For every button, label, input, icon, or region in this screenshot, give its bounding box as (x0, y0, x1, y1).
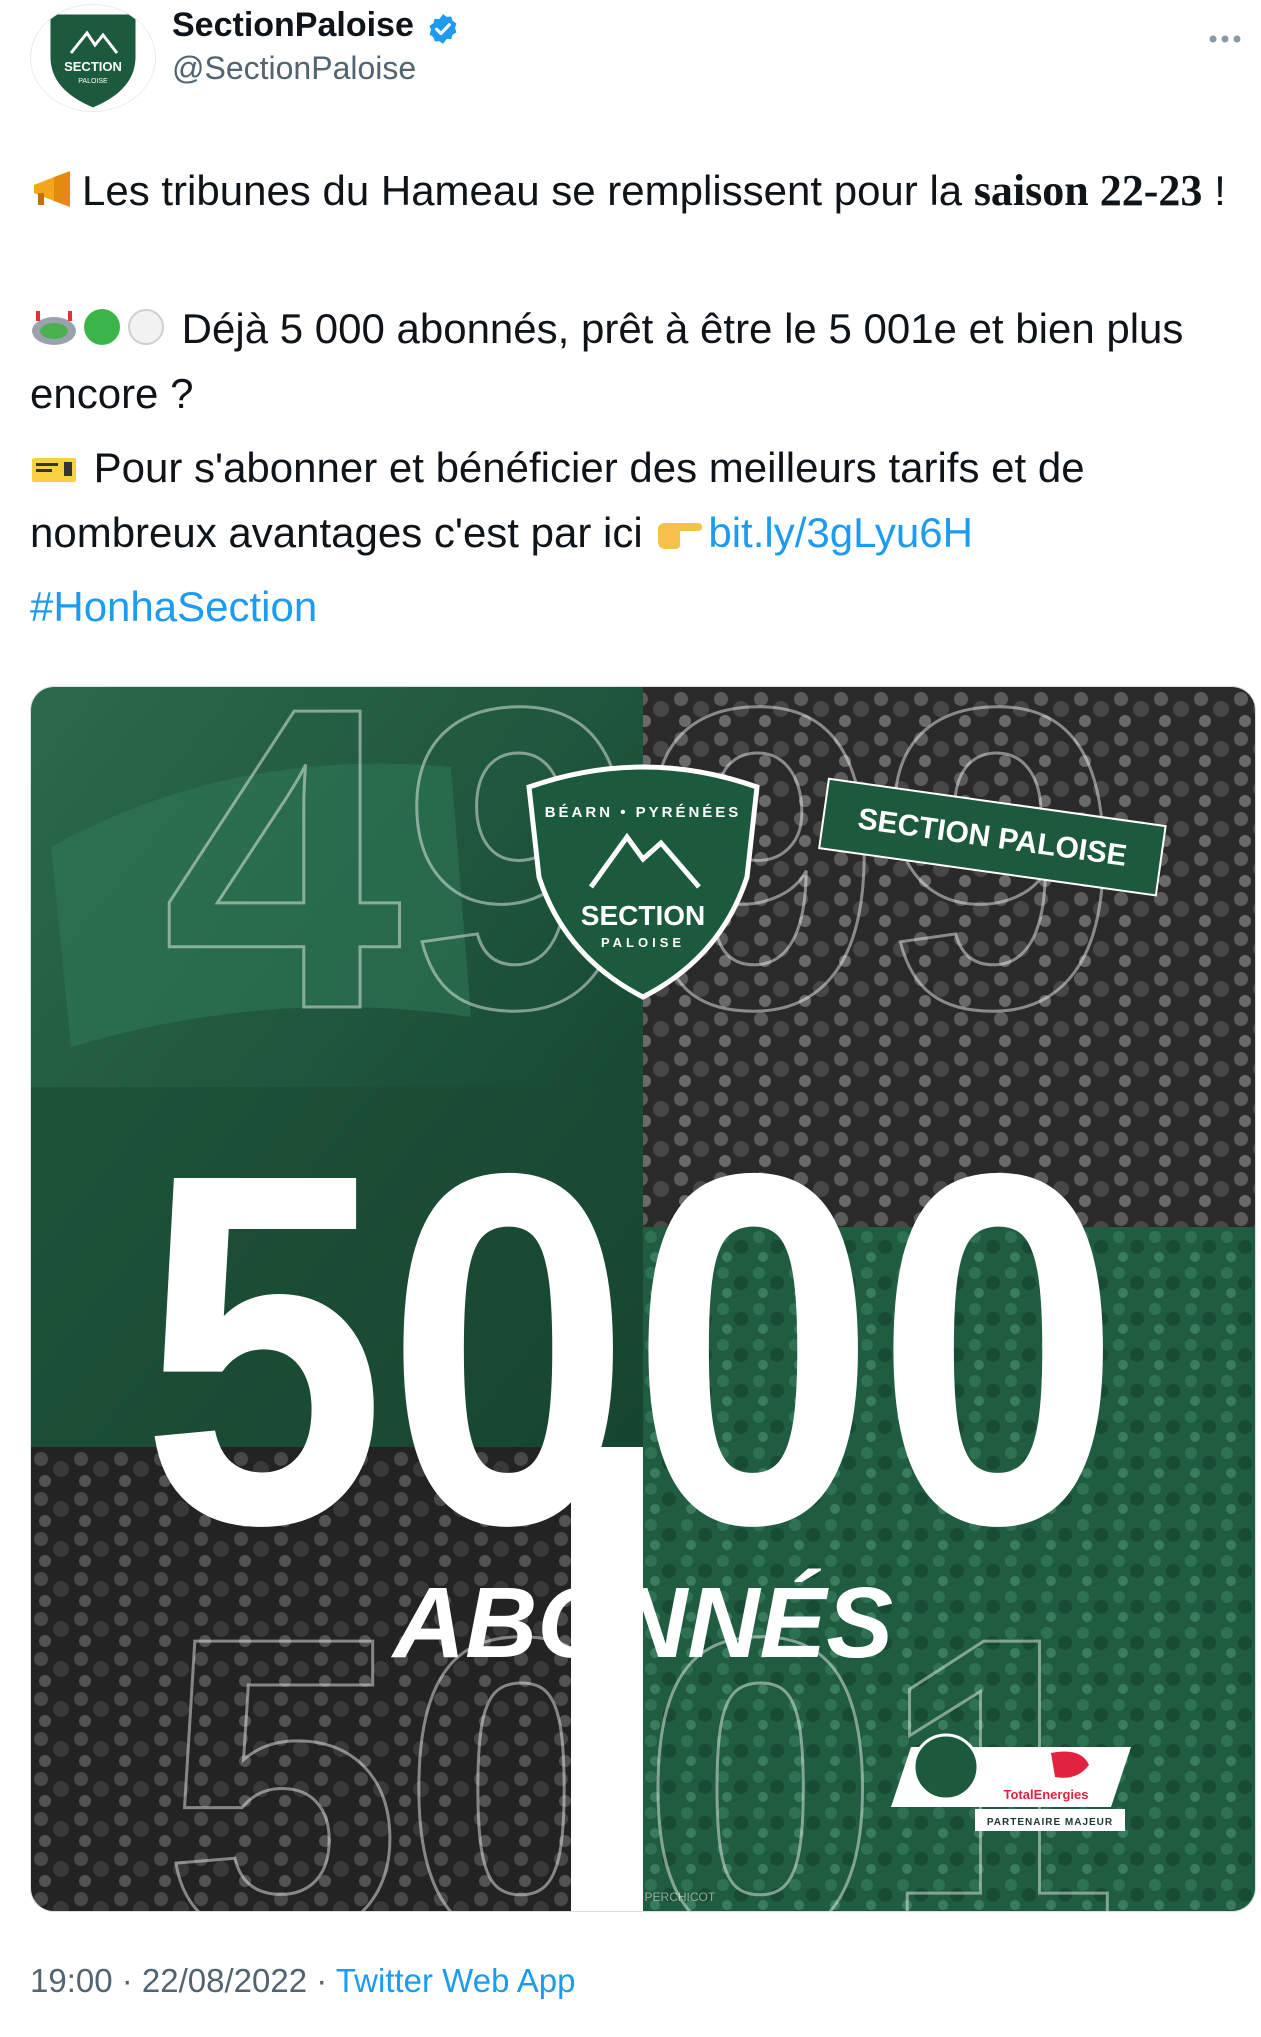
sponsor-name: TotalEnergies (1003, 1787, 1088, 1802)
hashtag-link[interactable]: #HonhaSection (30, 583, 317, 630)
tweet-line2-text: Déjà 5 000 abonnés, prêt à être le 5 001… (30, 305, 1184, 417)
photo-credit: ©Romain PERCHICOT (591, 1890, 716, 1904)
avatar-logo-text: SECTION (64, 59, 122, 74)
white-circle-icon (126, 302, 166, 363)
megaphone-icon (30, 164, 78, 225)
avatar-logo-sub: PALOISE (78, 78, 108, 85)
source-app-link[interactable]: Twitter Web App (336, 1962, 576, 1999)
account-handle[interactable]: @SectionPaloise (172, 50, 416, 87)
tweet-line1-text: Les tribunes du Hameau se remplissent po… (82, 167, 974, 214)
footer-separator-2: · (307, 1962, 336, 1999)
verified-badge-icon (429, 14, 457, 44)
avatar[interactable]: SECTION PALOISE (30, 4, 156, 112)
stadium-icon (30, 302, 78, 363)
tweet-date[interactable]: 22/08/2022 (142, 1962, 307, 1999)
green-circle-icon (82, 302, 122, 363)
tweet-time[interactable]: 19:00 (30, 1962, 113, 1999)
tweet-footer: 19:00 · 22/08/2022 · Twitter Web App (30, 1962, 576, 2000)
partner-label: PARTENAIRE MAJEUR (987, 1817, 1113, 1828)
tweet-paragraph-4: #HonhaSection (30, 576, 1230, 637)
footer-separator: · (112, 1962, 142, 1999)
tweet-line1-bold: saison 22-23 (973, 166, 1203, 215)
badge-main-text: SECTION (581, 900, 705, 931)
tweet-paragraph-3: Pour s'abonner et bénéficier des meilleu… (30, 437, 1230, 567)
badge-sub-text: PALOISE (601, 935, 685, 950)
media-graphic: 4999 5001 SECTION PALOISE BÉARN • PYRÉNÉ… (31, 687, 1255, 1911)
badge-top-text: BÉARN • PYRÉNÉES (545, 804, 742, 821)
bitly-link[interactable]: bit.ly/3gLyu6H (708, 509, 973, 556)
big-number-5000: 5000 (141, 1069, 1121, 1628)
club-logo-icon: SECTION PALOISE (47, 11, 139, 111)
mini-club-logo-icon (912, 1733, 980, 1801)
tweet-media-image[interactable]: 4999 5001 SECTION PALOISE BÉARN • PYRÉNÉ… (30, 686, 1256, 1912)
more-options-icon[interactable] (1208, 18, 1242, 52)
tweet-paragraph-2: Déjà 5 000 abonnés, prêt à être le 5 001… (30, 298, 1230, 424)
display-name[interactable]: SectionPaloise (172, 6, 414, 45)
tweet-paragraph-1: Les tribunes du Hameau se remplissent po… (30, 160, 1230, 225)
ticket-icon (30, 441, 78, 502)
tweet-line1-end: ! (1202, 167, 1226, 214)
pointing-hand-icon (654, 506, 704, 567)
abonnes-title: ABONNÉS (390, 1567, 893, 1679)
